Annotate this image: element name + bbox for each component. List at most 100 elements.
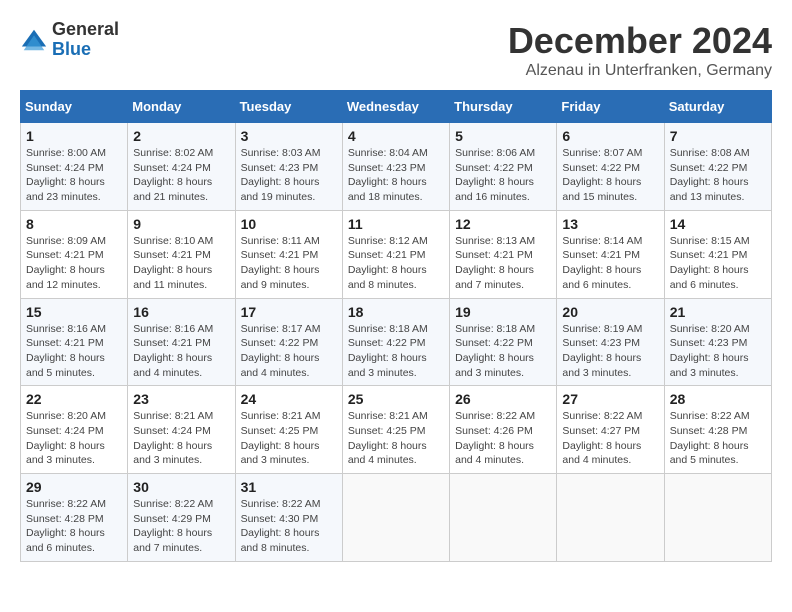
sunrise-label: Sunrise: 8:08 AM [670,147,750,159]
day-number: 28 [670,391,766,407]
sunset-label: Sunset: 4:24 PM [26,425,104,437]
sunset-label: Sunset: 4:24 PM [133,162,211,174]
day-info: Sunrise: 8:00 AM Sunset: 4:24 PM Dayligh… [26,146,122,205]
sunrise-label: Sunrise: 8:09 AM [26,235,106,247]
sunset-label: Sunset: 4:21 PM [26,249,104,261]
day-info: Sunrise: 8:10 AM Sunset: 4:21 PM Dayligh… [133,234,229,293]
day-number: 5 [455,128,551,144]
sunset-label: Sunset: 4:21 PM [133,337,211,349]
calendar-cell: 13 Sunrise: 8:14 AM Sunset: 4:21 PM Dayl… [557,210,664,298]
day-number: 2 [133,128,229,144]
calendar-cell: 3 Sunrise: 8:03 AM Sunset: 4:23 PM Dayli… [235,123,342,211]
calendar-cell: 17 Sunrise: 8:17 AM Sunset: 4:22 PM Dayl… [235,298,342,386]
sunset-label: Sunset: 4:22 PM [241,337,319,349]
logo-general-text: General [52,19,119,39]
day-number: 4 [348,128,444,144]
day-number: 19 [455,304,551,320]
sunrise-label: Sunrise: 8:21 AM [133,410,213,422]
title-block: December 2024 Alzenau in Unterfranken, G… [508,20,772,80]
day-info: Sunrise: 8:08 AM Sunset: 4:22 PM Dayligh… [670,146,766,205]
calendar-cell: 25 Sunrise: 8:21 AM Sunset: 4:25 PM Dayl… [342,386,449,474]
day-number: 8 [26,216,122,232]
daylight-label: Daylight: 8 hours and 11 minutes. [133,264,212,291]
day-header-tuesday: Tuesday [235,91,342,123]
day-info: Sunrise: 8:22 AM Sunset: 4:26 PM Dayligh… [455,409,551,468]
day-info: Sunrise: 8:16 AM Sunset: 4:21 PM Dayligh… [26,322,122,381]
day-number: 9 [133,216,229,232]
day-info: Sunrise: 8:18 AM Sunset: 4:22 PM Dayligh… [455,322,551,381]
day-info: Sunrise: 8:11 AM Sunset: 4:21 PM Dayligh… [241,234,337,293]
daylight-label: Daylight: 8 hours and 8 minutes. [348,264,427,291]
day-info: Sunrise: 8:17 AM Sunset: 4:22 PM Dayligh… [241,322,337,381]
day-info: Sunrise: 8:16 AM Sunset: 4:21 PM Dayligh… [133,322,229,381]
daylight-label: Daylight: 8 hours and 13 minutes. [670,176,749,203]
day-info: Sunrise: 8:22 AM Sunset: 4:27 PM Dayligh… [562,409,658,468]
sunrise-label: Sunrise: 8:17 AM [241,323,321,335]
day-info: Sunrise: 8:09 AM Sunset: 4:21 PM Dayligh… [26,234,122,293]
calendar-cell: 23 Sunrise: 8:21 AM Sunset: 4:24 PM Dayl… [128,386,235,474]
daylight-label: Daylight: 8 hours and 3 minutes. [455,352,534,379]
sunset-label: Sunset: 4:30 PM [241,513,319,525]
sunrise-label: Sunrise: 8:10 AM [133,235,213,247]
daylight-label: Daylight: 8 hours and 7 minutes. [133,527,212,554]
logo: General Blue [20,20,119,60]
daylight-label: Daylight: 8 hours and 4 minutes. [241,352,320,379]
sunset-label: Sunset: 4:27 PM [562,425,640,437]
sunset-label: Sunset: 4:22 PM [670,162,748,174]
sunrise-label: Sunrise: 8:16 AM [26,323,106,335]
day-number: 13 [562,216,658,232]
day-info: Sunrise: 8:06 AM Sunset: 4:22 PM Dayligh… [455,146,551,205]
logo-blue-text: Blue [52,39,91,59]
calendar-cell: 26 Sunrise: 8:22 AM Sunset: 4:26 PM Dayl… [450,386,557,474]
day-info: Sunrise: 8:12 AM Sunset: 4:21 PM Dayligh… [348,234,444,293]
day-number: 14 [670,216,766,232]
calendar-cell: 12 Sunrise: 8:13 AM Sunset: 4:21 PM Dayl… [450,210,557,298]
month-title: December 2024 [508,20,772,62]
calendar-cell: 2 Sunrise: 8:02 AM Sunset: 4:24 PM Dayli… [128,123,235,211]
daylight-label: Daylight: 8 hours and 4 minutes. [455,440,534,467]
calendar-cell: 11 Sunrise: 8:12 AM Sunset: 4:21 PM Dayl… [342,210,449,298]
calendar-table: SundayMondayTuesdayWednesdayThursdayFrid… [20,90,772,562]
sunrise-label: Sunrise: 8:22 AM [670,410,750,422]
sunrise-label: Sunrise: 8:06 AM [455,147,535,159]
sunrise-label: Sunrise: 8:18 AM [455,323,535,335]
sunrise-label: Sunrise: 8:22 AM [241,498,321,510]
day-info: Sunrise: 8:04 AM Sunset: 4:23 PM Dayligh… [348,146,444,205]
calendar-cell [664,474,771,562]
calendar-week-row: 1 Sunrise: 8:00 AM Sunset: 4:24 PM Dayli… [21,123,772,211]
day-info: Sunrise: 8:15 AM Sunset: 4:21 PM Dayligh… [670,234,766,293]
daylight-label: Daylight: 8 hours and 16 minutes. [455,176,534,203]
calendar-cell: 14 Sunrise: 8:15 AM Sunset: 4:21 PM Dayl… [664,210,771,298]
day-number: 29 [26,479,122,495]
sunset-label: Sunset: 4:21 PM [562,249,640,261]
day-header-wednesday: Wednesday [342,91,449,123]
sunrise-label: Sunrise: 8:00 AM [26,147,106,159]
sunset-label: Sunset: 4:28 PM [26,513,104,525]
day-number: 24 [241,391,337,407]
day-number: 20 [562,304,658,320]
daylight-label: Daylight: 8 hours and 6 minutes. [670,264,749,291]
daylight-label: Daylight: 8 hours and 4 minutes. [133,352,212,379]
sunrise-label: Sunrise: 8:20 AM [26,410,106,422]
calendar-cell [342,474,449,562]
sunset-label: Sunset: 4:21 PM [26,337,104,349]
day-number: 10 [241,216,337,232]
day-number: 18 [348,304,444,320]
day-info: Sunrise: 8:20 AM Sunset: 4:24 PM Dayligh… [26,409,122,468]
sunset-label: Sunset: 4:24 PM [133,425,211,437]
daylight-label: Daylight: 8 hours and 12 minutes. [26,264,105,291]
day-number: 3 [241,128,337,144]
daylight-label: Daylight: 8 hours and 3 minutes. [670,352,749,379]
day-info: Sunrise: 8:21 AM Sunset: 4:25 PM Dayligh… [348,409,444,468]
daylight-label: Daylight: 8 hours and 23 minutes. [26,176,105,203]
sunrise-label: Sunrise: 8:07 AM [562,147,642,159]
calendar-cell: 22 Sunrise: 8:20 AM Sunset: 4:24 PM Dayl… [21,386,128,474]
calendar-cell: 5 Sunrise: 8:06 AM Sunset: 4:22 PM Dayli… [450,123,557,211]
sunset-label: Sunset: 4:21 PM [455,249,533,261]
day-header-thursday: Thursday [450,91,557,123]
calendar-cell: 8 Sunrise: 8:09 AM Sunset: 4:21 PM Dayli… [21,210,128,298]
calendar-cell: 1 Sunrise: 8:00 AM Sunset: 4:24 PM Dayli… [21,123,128,211]
logo-icon [20,26,48,54]
daylight-label: Daylight: 8 hours and 3 minutes. [241,440,320,467]
daylight-label: Daylight: 8 hours and 8 minutes. [241,527,320,554]
